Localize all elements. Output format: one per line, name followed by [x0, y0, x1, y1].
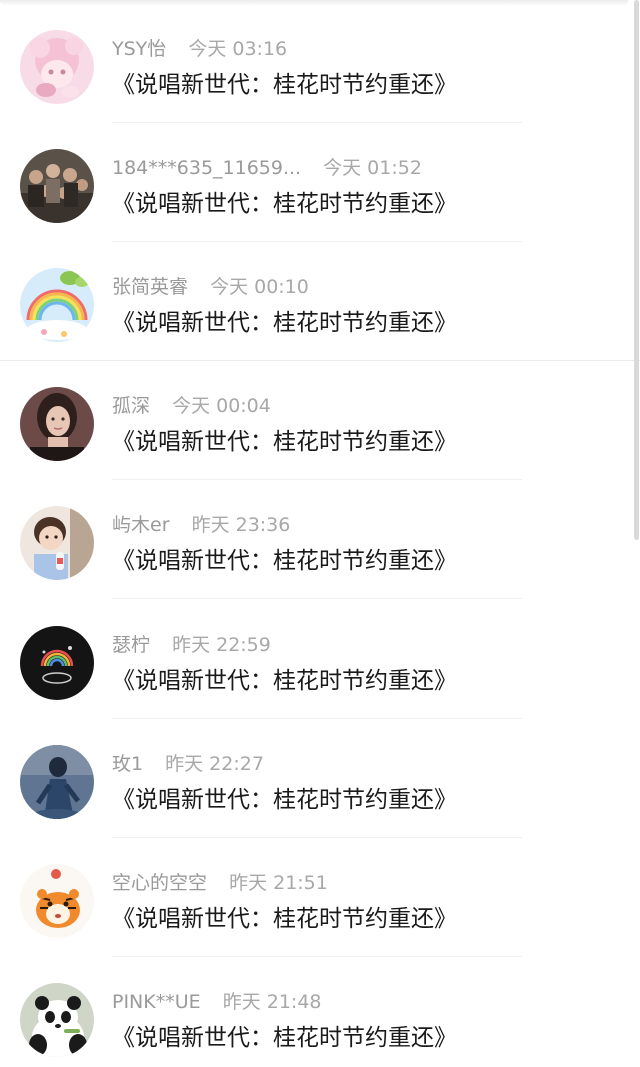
avatar[interactable]: [20, 745, 94, 819]
message-text[interactable]: 《说唱新世代：桂花时节约重还》: [112, 546, 457, 576]
message-meta: 瑟柠 昨天 22:59: [112, 633, 271, 657]
avatar[interactable]: [20, 268, 94, 342]
sender-name[interactable]: YSY怡: [112, 38, 166, 60]
sender-name[interactable]: 瑟柠: [112, 634, 150, 656]
list-item[interactable]: 瑟柠 昨天 22:59 《说唱新世代：桂花时节约重还》: [0, 600, 628, 719]
message-time: 今天 00:10: [210, 276, 309, 298]
message-meta: 玫1 昨天 22:27: [112, 752, 264, 776]
message-text[interactable]: 《说唱新世代：桂花时节约重还》: [112, 785, 457, 815]
message-text[interactable]: 《说唱新世代：桂花时节约重还》: [112, 308, 457, 338]
sender-name[interactable]: 玫1: [112, 753, 143, 775]
sender-name[interactable]: 屿木er: [112, 514, 170, 536]
list-item[interactable]: 玫1 昨天 22:27 《说唱新世代：桂花时节约重还》: [0, 719, 628, 838]
message-time: 昨天 21:48: [222, 991, 322, 1013]
message-text[interactable]: 《说唱新世代：桂花时节约重还》: [112, 427, 457, 457]
sender-name[interactable]: 184***635_11659...: [112, 157, 301, 179]
avatar[interactable]: [20, 983, 94, 1057]
list-item[interactable]: 孤深 今天 00:04 《说唱新世代：桂花时节约重还》: [0, 361, 628, 480]
group-photo-avatar-icon: [20, 149, 94, 223]
sender-name[interactable]: 孤深: [112, 395, 150, 417]
message-meta: 孤深 今天 00:04: [112, 394, 271, 418]
sender-name[interactable]: 张简英睿: [112, 276, 188, 298]
message-text[interactable]: 《说唱新世代：桂花时节约重还》: [112, 1023, 457, 1053]
scrollbar[interactable]: [633, 0, 640, 540]
rainbow-sky-avatar-icon: [20, 268, 94, 342]
message-time: 今天 00:04: [172, 395, 271, 417]
message-time: 昨天 21:51: [229, 872, 328, 894]
message-time: 昨天 22:27: [165, 753, 264, 775]
message-time: 昨天 22:59: [172, 634, 271, 656]
list-item[interactable]: 张简英睿 今天 00:10 《说唱新世代：桂花时节约重还》: [0, 242, 640, 361]
message-text[interactable]: 《说唱新世代：桂花时节约重还》: [112, 70, 457, 100]
list-item[interactable]: PINK**UE 昨天 21:48 《说唱新世代：桂花时节约重还》: [0, 957, 628, 1067]
avatar[interactable]: [20, 387, 94, 461]
divider: [112, 598, 522, 599]
dark-rainbow-avatar-icon: [20, 626, 94, 700]
child-photo-avatar-icon: [20, 506, 94, 580]
message-time: 昨天 23:36: [191, 514, 291, 536]
scrollbar-thumb[interactable]: [634, 0, 639, 540]
list-item[interactable]: 屿木er 昨天 23:36 《说唱新世代：桂花时节约重还》: [0, 480, 628, 599]
message-meta: 184***635_11659... 今天 01:52: [112, 156, 422, 180]
avatar[interactable]: [20, 864, 94, 938]
tiger-avatar-icon: [20, 864, 94, 938]
message-meta: 张简英睿 今天 00:10: [112, 275, 309, 299]
avatar[interactable]: [20, 30, 94, 104]
message-meta: PINK**UE 昨天 21:48: [112, 990, 322, 1014]
avatar[interactable]: [20, 506, 94, 580]
anime-pink-girl-avatar-icon: [20, 30, 94, 104]
list-item[interactable]: YSY怡 今天 03:16 《说唱新世代：桂花时节约重还》: [0, 4, 628, 123]
message-meta: YSY怡 今天 03:16: [112, 37, 287, 61]
message-time: 今天 03:16: [188, 38, 288, 60]
list-item[interactable]: 184***635_11659... 今天 01:52 《说唱新世代：桂花时节约…: [0, 123, 628, 242]
girl-portrait-avatar-icon: [20, 387, 94, 461]
message-list-screen: YSY怡 今天 03:16 《说唱新世代：桂花时节约重还》 184***635_…: [0, 0, 640, 1067]
avatar[interactable]: [20, 626, 94, 700]
sender-name[interactable]: PINK**UE: [112, 991, 201, 1013]
panda-avatar-icon: [20, 983, 94, 1057]
message-text[interactable]: 《说唱新世代：桂花时节约重还》: [112, 666, 457, 696]
blue-figure-avatar-icon: [20, 745, 94, 819]
message-meta: 屿木er 昨天 23:36: [112, 513, 290, 537]
message-meta: 空心的空空 昨天 21:51: [112, 871, 328, 895]
message-text[interactable]: 《说唱新世代：桂花时节约重还》: [112, 189, 457, 219]
message-time: 今天 01:52: [323, 157, 422, 179]
list-item[interactable]: 空心的空空 昨天 21:51 《说唱新世代：桂花时节约重还》: [0, 838, 628, 957]
avatar[interactable]: [20, 149, 94, 223]
sender-name[interactable]: 空心的空空: [112, 872, 207, 894]
message-text[interactable]: 《说唱新世代：桂花时节约重还》: [112, 904, 457, 934]
